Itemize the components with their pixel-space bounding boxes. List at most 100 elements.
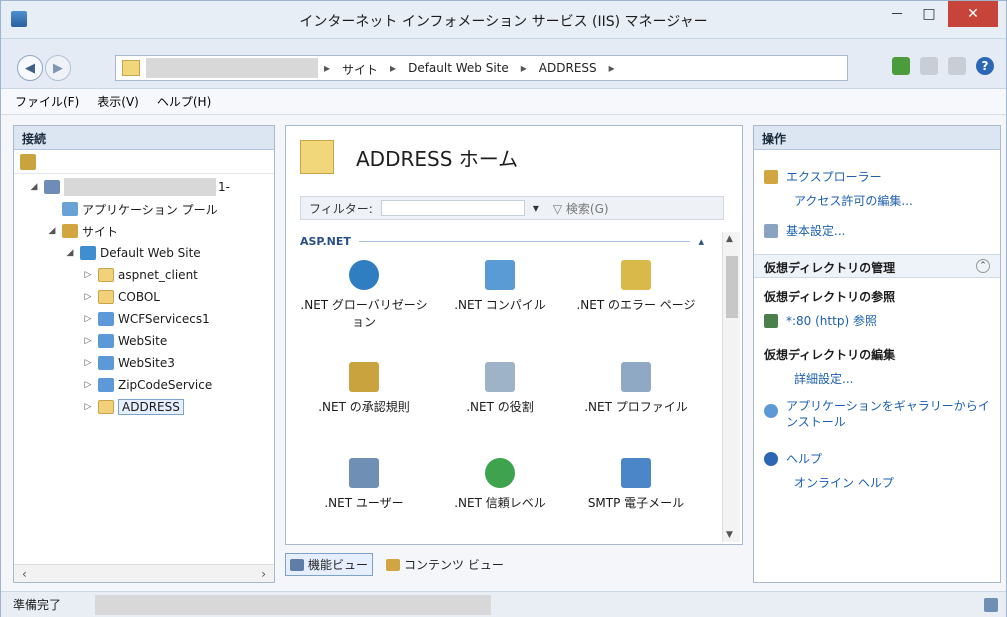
authorization-rules-icon xyxy=(349,362,379,392)
feature-error-pages[interactable]: .NET のエラー ページ xyxy=(572,260,700,313)
menu-file[interactable]: ファイル(F) xyxy=(15,93,79,110)
feature-compilation[interactable]: .NET コンパイル xyxy=(436,260,564,313)
action-edit-permissions[interactable]: アクセス許可の編集... xyxy=(794,192,913,209)
breadcrumb-sites[interactable]: サイト xyxy=(342,61,378,78)
expand-icon[interactable]: ▷ xyxy=(82,402,94,412)
tree-item-aspnet-client[interactable]: ▷ aspnet_client xyxy=(14,264,274,286)
action-online-help[interactable]: オンライン ヘルプ xyxy=(794,474,894,491)
menu-view[interactable]: 表示(V) xyxy=(97,93,139,110)
search-button[interactable]: ▽ 検索(G) xyxy=(553,200,609,217)
address-box[interactable]: ▸ サイト ▸ Default Web Site ▸ ADDRESS ▸ xyxy=(115,55,848,81)
scroll-up-icon[interactable]: ▲ xyxy=(726,234,733,244)
tree-item-website[interactable]: ▷ WebSite xyxy=(14,330,274,352)
expand-icon[interactable]: ▷ xyxy=(82,292,94,302)
action-label: エクスプローラー xyxy=(786,170,882,184)
tree-item-server[interactable]: ◢ 1- xyxy=(14,176,274,198)
collapse-group-icon[interactable]: ▴ xyxy=(698,235,704,248)
tree-item-website3[interactable]: ▷ WebSite3 xyxy=(14,352,274,374)
vertical-scrollbar[interactable]: ▲ ▼ xyxy=(722,232,740,542)
breadcrumb-address[interactable]: ADDRESS xyxy=(539,61,597,78)
action-basic-settings[interactable]: 基本設定... xyxy=(764,222,992,239)
server-name-redacted xyxy=(64,178,216,196)
action-browse-http[interactable]: *:80 (http) 参照 xyxy=(764,312,992,329)
dropdown-icon[interactable]: ▾ xyxy=(533,201,539,215)
tree-item-default-web-site[interactable]: ◢ Default Web Site xyxy=(14,242,274,264)
scroll-thumb[interactable] xyxy=(726,256,738,318)
tree-item-wcfservicecs1[interactable]: ▷ WCFServicecs1 xyxy=(14,308,274,330)
crumb-separator-icon: ▸ xyxy=(608,61,615,75)
stop-icon[interactable] xyxy=(920,57,938,75)
scroll-left-icon[interactable]: ‹ xyxy=(22,567,27,581)
feature-label: .NET コンパイル xyxy=(454,298,546,312)
breadcrumb-default-web-site[interactable]: Default Web Site xyxy=(408,61,509,78)
expand-icon[interactable]: ▷ xyxy=(82,380,94,390)
action-label: アプリケーションをギャラリーからインストール xyxy=(786,399,990,429)
page-title: ADDRESS ホーム xyxy=(356,146,519,171)
application-icon xyxy=(98,356,114,370)
globalization-icon xyxy=(349,260,379,290)
back-button[interactable]: ◀ xyxy=(17,55,43,81)
group-header-aspnet[interactable]: ASP.NET ▴ xyxy=(300,232,704,250)
action-label: 基本設定... xyxy=(786,224,846,238)
browse-icon xyxy=(764,313,778,328)
action-install-from-gallery[interactable]: アプリケーションをギャラリーからインストール xyxy=(764,398,992,430)
help-icon xyxy=(764,451,778,466)
forward-arrow-icon: ▶ xyxy=(53,60,63,76)
collapse-icon[interactable]: ◢ xyxy=(28,182,40,192)
feature-profile[interactable]: .NET プロファイル xyxy=(572,362,700,415)
action-label: *:80 (http) 参照 xyxy=(786,314,877,328)
network-status-icon xyxy=(984,598,998,612)
crumb-separator-icon: ▸ xyxy=(390,61,397,75)
globe-icon xyxy=(80,246,96,260)
help-icon[interactable]: ? xyxy=(976,57,994,75)
tree-item-address[interactable]: ▷ ADDRESS xyxy=(14,396,274,418)
feature-authorization-rules[interactable]: .NET の承認規則 xyxy=(300,362,428,415)
horizontal-scrollbar[interactable]: ‹ › xyxy=(14,564,274,582)
feature-roles[interactable]: .NET の役割 xyxy=(436,362,564,415)
collapse-icon[interactable]: ◢ xyxy=(64,248,76,258)
filter-input[interactable] xyxy=(380,200,525,216)
maximize-button[interactable]: □ xyxy=(914,1,944,27)
compilation-icon xyxy=(485,260,515,290)
section-vdir-browse: 仮想ディレクトリの参照 xyxy=(764,290,896,304)
home-icon[interactable] xyxy=(948,57,966,75)
refresh-icon[interactable] xyxy=(892,57,910,75)
tree-item-zipcodeservice[interactable]: ▷ ZipCodeService xyxy=(14,374,274,396)
feature-trust-levels[interactable]: .NET 信頼レベル xyxy=(436,458,564,511)
tree-item-app-pools[interactable]: アプリケーション プール xyxy=(14,198,274,220)
folder-icon xyxy=(98,400,114,414)
tab-content-view[interactable]: コンテンツ ビュー xyxy=(381,553,509,576)
application-icon xyxy=(98,312,114,326)
folder-icon xyxy=(98,290,114,304)
filter-bar: フィルター: ▾ ▽ 検索(G) xyxy=(300,196,724,220)
expand-icon[interactable]: ▷ xyxy=(82,270,94,280)
sites-icon xyxy=(62,224,78,238)
action-explore[interactable]: エクスプローラー xyxy=(764,168,992,185)
minimize-button[interactable]: － xyxy=(882,1,912,27)
tree-item-sites[interactable]: ◢ サイト xyxy=(14,220,274,242)
tab-features-view[interactable]: 機能ビュー xyxy=(285,553,374,576)
actions-header: 操作 xyxy=(754,126,1000,150)
tree-item-label: COBOL xyxy=(118,290,160,304)
forward-button[interactable]: ▶ xyxy=(45,55,71,81)
feature-users[interactable]: .NET ユーザー xyxy=(300,458,428,511)
trust-levels-icon xyxy=(485,458,515,488)
expand-icon[interactable]: ▷ xyxy=(82,358,94,368)
close-button[interactable]: ✕ xyxy=(948,1,998,27)
connect-icon[interactable] xyxy=(20,154,36,170)
feature-globalization[interactable]: .NET グローバリゼーション xyxy=(300,260,428,330)
menu-help[interactable]: ヘルプ(H) xyxy=(157,93,211,110)
action-advanced-settings[interactable]: 詳細設定... xyxy=(794,370,853,387)
feature-smtp-email[interactable]: SMTP 電子メール xyxy=(572,458,700,511)
scroll-down-icon[interactable]: ▼ xyxy=(726,530,733,540)
expand-icon[interactable]: ▷ xyxy=(82,314,94,324)
tree-item-cobol[interactable]: ▷ COBOL xyxy=(14,286,274,308)
collapse-section-icon[interactable]: ⌃ xyxy=(976,259,990,273)
action-help[interactable]: ヘルプ xyxy=(764,450,992,467)
app-pool-icon xyxy=(62,202,78,216)
expand-icon[interactable]: ▷ xyxy=(82,336,94,346)
status-text: 準備完了 xyxy=(13,598,62,612)
feature-label: .NET プロファイル xyxy=(584,400,688,414)
collapse-icon[interactable]: ◢ xyxy=(46,226,58,236)
scroll-right-icon[interactable]: › xyxy=(261,567,266,581)
